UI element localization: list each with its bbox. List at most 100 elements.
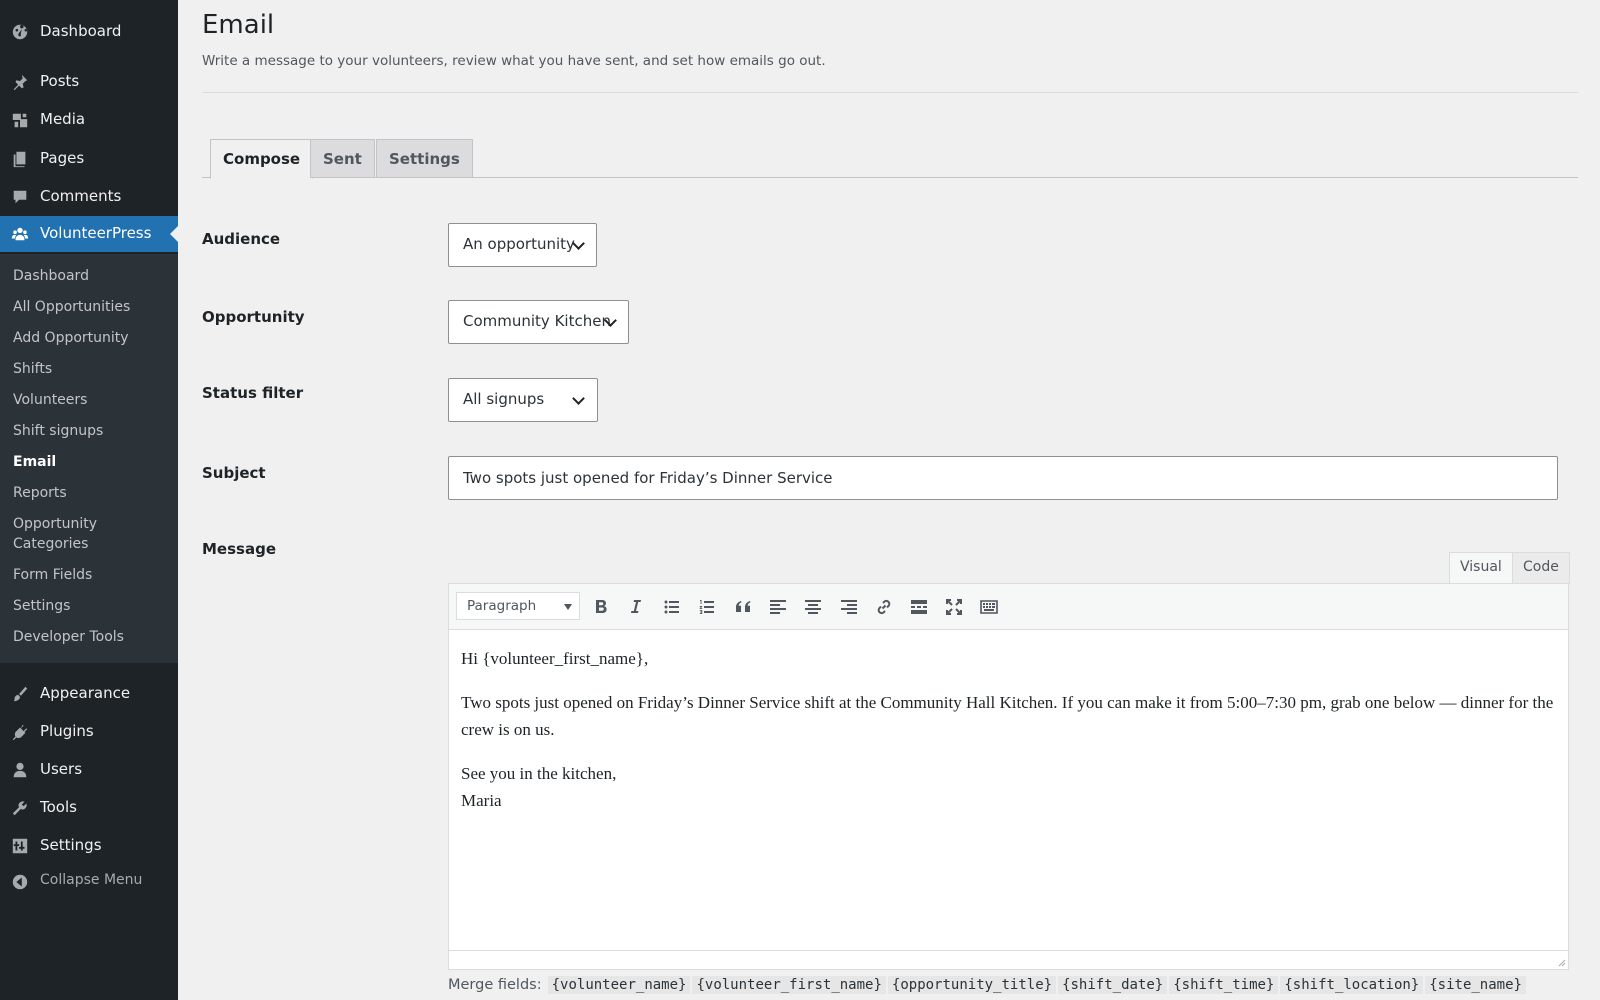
menu-media[interactable]: Media [0, 102, 178, 138]
menu-plugins[interactable]: Plugins [0, 714, 178, 750]
page-description: Write a message to your volunteers, revi… [202, 53, 826, 69]
italic-icon[interactable] [623, 594, 649, 620]
menu-label: Tools [40, 798, 77, 816]
opportunity-select[interactable]: Community Kitchen [448, 300, 629, 344]
submenu-add-opportunity[interactable]: Add Opportunity [13, 328, 129, 348]
menu-posts[interactable]: Posts [0, 64, 178, 100]
merge-fields-label: Merge fields: [448, 977, 542, 993]
submenu-shift-signups[interactable]: Shift signups [13, 421, 103, 441]
page-title: Email [202, 10, 275, 40]
menu-tools[interactable]: Tools [0, 790, 178, 826]
resize-handle-icon[interactable] [1556, 957, 1566, 967]
numbered-list-icon[interactable] [694, 594, 720, 620]
submenu-email[interactable]: Email [13, 452, 56, 472]
blockquote-icon[interactable] [730, 594, 756, 620]
audience-select[interactable]: An opportunity [448, 223, 597, 267]
collapse-menu-button[interactable]: Collapse Menu [0, 864, 178, 900]
message-label: Message [202, 540, 276, 558]
submenu-all-opportunities[interactable]: All Opportunities [13, 297, 130, 317]
merge-field-tag[interactable]: {shift_date} [1058, 976, 1168, 994]
align-center-icon[interactable] [800, 594, 826, 620]
menu-label: VolunteerPress [40, 224, 152, 242]
submenu-settings[interactable]: Settings [13, 596, 70, 616]
current-menu-pointer [170, 226, 178, 242]
editor-visual-tab[interactable]: Visual [1449, 552, 1513, 584]
merge-field-tag[interactable]: {volunteer_first_name} [692, 976, 886, 994]
dashboard-icon [11, 23, 29, 41]
merge-field-tag[interactable]: {shift_time} [1169, 976, 1279, 994]
message-body: Two spots just opened on Friday’s Dinner… [461, 693, 1554, 739]
menu-label: Posts [40, 72, 80, 90]
menu-label: Collapse Menu [40, 872, 143, 888]
submenu-shifts[interactable]: Shifts [13, 359, 52, 379]
opportunity-select-value: Community Kitchen [463, 312, 611, 330]
status-filter-select[interactable]: All signups [448, 378, 598, 422]
format-select-value: Paragraph [467, 598, 537, 614]
link-icon[interactable] [871, 594, 897, 620]
user-icon [11, 761, 29, 779]
merge-field-tag[interactable]: {volunteer_name} [547, 976, 691, 994]
admin-sidebar: Dashboard Posts Media Pages Comments Vol… [0, 0, 178, 1000]
bold-icon[interactable] [588, 594, 614, 620]
subject-input[interactable] [448, 456, 1558, 500]
menu-label: Appearance [40, 684, 131, 702]
menu-comments[interactable]: Comments [0, 179, 178, 215]
comment-icon [11, 188, 29, 206]
chevron-down-icon [572, 392, 585, 405]
collapse-icon [11, 873, 29, 891]
submenu-dashboard[interactable]: Dashboard [13, 266, 89, 286]
read-more-icon[interactable] [906, 594, 932, 620]
groups-icon [11, 225, 29, 243]
paragraph-format-select[interactable]: Paragraph [456, 592, 580, 620]
toolbar-toggle-icon[interactable] [976, 594, 1002, 620]
menu-settings[interactable]: Settings [0, 828, 178, 864]
menu-pages[interactable]: Pages [0, 141, 178, 177]
menu-label: Settings [40, 836, 102, 854]
settings-icon [11, 837, 29, 855]
status-filter-select-value: All signups [463, 390, 545, 408]
menu-label: Comments [40, 187, 122, 205]
editor-code-tab[interactable]: Code [1512, 552, 1570, 584]
merge-field-tag[interactable]: {shift_location} [1280, 976, 1424, 994]
message-editor: Paragraph Hi {volunteer_first_name}, Two… [448, 583, 1569, 970]
menu-appearance[interactable]: Appearance [0, 676, 178, 712]
subject-label: Subject [202, 464, 266, 482]
wrench-icon [11, 799, 29, 817]
audience-select-value: An opportunity [463, 235, 575, 253]
align-right-icon[interactable] [836, 594, 862, 620]
tab-sent[interactable]: Sent [310, 139, 375, 178]
brush-icon [11, 685, 29, 703]
pages-icon [11, 150, 29, 168]
merge-field-tag[interactable]: {opportunity_title} [887, 976, 1057, 994]
menu-label: Users [40, 760, 83, 778]
menu-label: Media [40, 110, 86, 128]
submenu-opportunity-categories[interactable]: Opportunity Categories [13, 514, 133, 554]
tab-settings[interactable]: Settings [376, 139, 473, 178]
menu-label: Dashboard [40, 22, 122, 40]
submenu-form-fields[interactable]: Form Fields [13, 565, 92, 585]
submenu-volunteers[interactable]: Volunteers [13, 390, 87, 410]
editor-toolbar: Paragraph [449, 584, 1568, 630]
merge-fields-row: Merge fields: {volunteer_name} {voluntee… [448, 976, 1528, 994]
merge-field-tag[interactable]: {site_name} [1425, 976, 1526, 994]
status-filter-label: Status filter [202, 384, 304, 402]
align-left-icon[interactable] [765, 594, 791, 620]
editor-content-area[interactable]: Hi {volunteer_first_name}, Two spots jus… [449, 631, 1568, 951]
fullscreen-icon[interactable] [941, 594, 967, 620]
menu-users[interactable]: Users [0, 752, 178, 788]
message-closing: See you in the kitchen, [461, 764, 617, 783]
volunteerpress-submenu: Dashboard All Opportunities Add Opportun… [0, 254, 178, 663]
editor-statusbar [449, 950, 1568, 969]
submenu-reports[interactable]: Reports [13, 483, 67, 503]
pin-icon [11, 73, 29, 91]
media-icon [11, 111, 29, 129]
bullet-list-icon[interactable] [659, 594, 685, 620]
menu-volunteerpress[interactable]: VolunteerPress [0, 216, 178, 252]
tab-compose[interactable]: Compose [210, 139, 314, 179]
submenu-developer-tools[interactable]: Developer Tools [13, 627, 124, 647]
audience-label: Audience [202, 230, 281, 248]
plugin-icon [11, 723, 29, 741]
menu-dashboard[interactable]: Dashboard [0, 14, 178, 50]
menu-label: Plugins [40, 722, 94, 740]
menu-label: Pages [40, 149, 85, 167]
